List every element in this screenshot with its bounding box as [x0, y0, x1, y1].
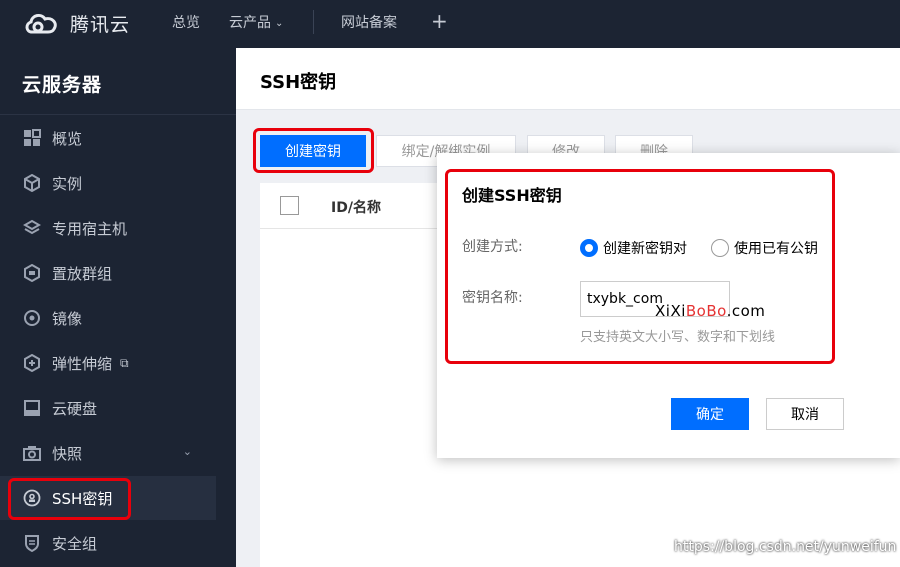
sidebar-item-label: 云硬盘 — [52, 399, 98, 418]
top-navbar: 腾讯云 总览 云产品 ⌄ 网站备案 + — [0, 0, 900, 48]
external-link-icon: ⧉ — [120, 355, 129, 370]
sidebar-divider — [0, 114, 236, 115]
sidebar-item-snapshot[interactable]: 快照 ⌄ — [0, 431, 216, 475]
chevron-down-icon[interactable]: ⌄ — [183, 445, 192, 458]
sidebar-item-label: 镜像 — [52, 309, 83, 328]
group-icon — [22, 263, 42, 283]
cancel-button[interactable]: 取消 — [766, 398, 844, 430]
confirm-button[interactable]: 确定 — [671, 398, 749, 430]
sidebar-item-cloud-disk[interactable]: 云硬盘 — [0, 386, 216, 430]
highlight-ssh-menu — [8, 478, 131, 520]
sidebar-item-overview[interactable]: 概览 — [0, 116, 216, 160]
select-all-checkbox[interactable] — [280, 196, 299, 215]
cube-icon — [22, 173, 42, 193]
sidebar-item-security-group[interactable]: 安全组 — [0, 521, 216, 565]
camera-icon — [22, 443, 42, 463]
chevron-down-icon: ⌄ — [275, 18, 284, 29]
column-id-name: ID/名称 — [331, 200, 381, 216]
sidebar-item-label: 专用宿主机 — [52, 219, 128, 238]
nav-overview[interactable]: 总览 — [172, 12, 200, 32]
disc-icon — [22, 308, 42, 328]
nav-products[interactable]: 云产品 ⌄ — [229, 12, 283, 32]
page-header: SSH密钥 — [236, 48, 900, 110]
sidebar-item-dedicated-host[interactable]: 专用宿主机 — [0, 206, 216, 250]
nav-icp[interactable]: 网站备案 — [341, 12, 397, 32]
sidebar-title: 云服务器 — [22, 74, 103, 96]
logo[interactable]: 腾讯云 — [22, 8, 130, 38]
nav-products-label: 云产品 — [229, 15, 271, 31]
sidebar-item-label: 快照 — [52, 444, 83, 463]
logo-text: 腾讯云 — [70, 13, 131, 36]
cloud-logo-icon — [25, 13, 57, 34]
sidebar-item-label: 置放群组 — [52, 264, 113, 283]
plus-icon[interactable]: + — [431, 9, 448, 33]
sidebar-item-label: 弹性伸缩 — [52, 354, 113, 373]
footer-url: https://blog.csdn.net/yunweifun — [674, 539, 897, 555]
sidebar-item-placement-group[interactable]: 置放群组 — [0, 251, 216, 295]
sidebar-item-label: 实例 — [52, 174, 83, 193]
disk-icon — [22, 398, 42, 418]
shield-icon — [22, 533, 42, 553]
highlight-dialog-form — [445, 169, 835, 364]
highlight-create-button — [253, 128, 374, 173]
grid-icon — [22, 128, 42, 148]
sidebar-item-instances[interactable]: 实例 — [0, 161, 216, 205]
sidebar-item-images[interactable]: 镜像 — [0, 296, 216, 340]
layers-icon — [22, 218, 42, 238]
sidebar-item-label: 安全组 — [52, 534, 98, 553]
nav-divider — [313, 10, 314, 34]
scale-icon — [22, 353, 42, 373]
sidebar-item-autoscaling[interactable]: 弹性伸缩 ⧉ — [0, 341, 216, 385]
page-title: SSH密钥 — [260, 72, 337, 93]
sidebar-item-label: 概览 — [52, 129, 83, 148]
